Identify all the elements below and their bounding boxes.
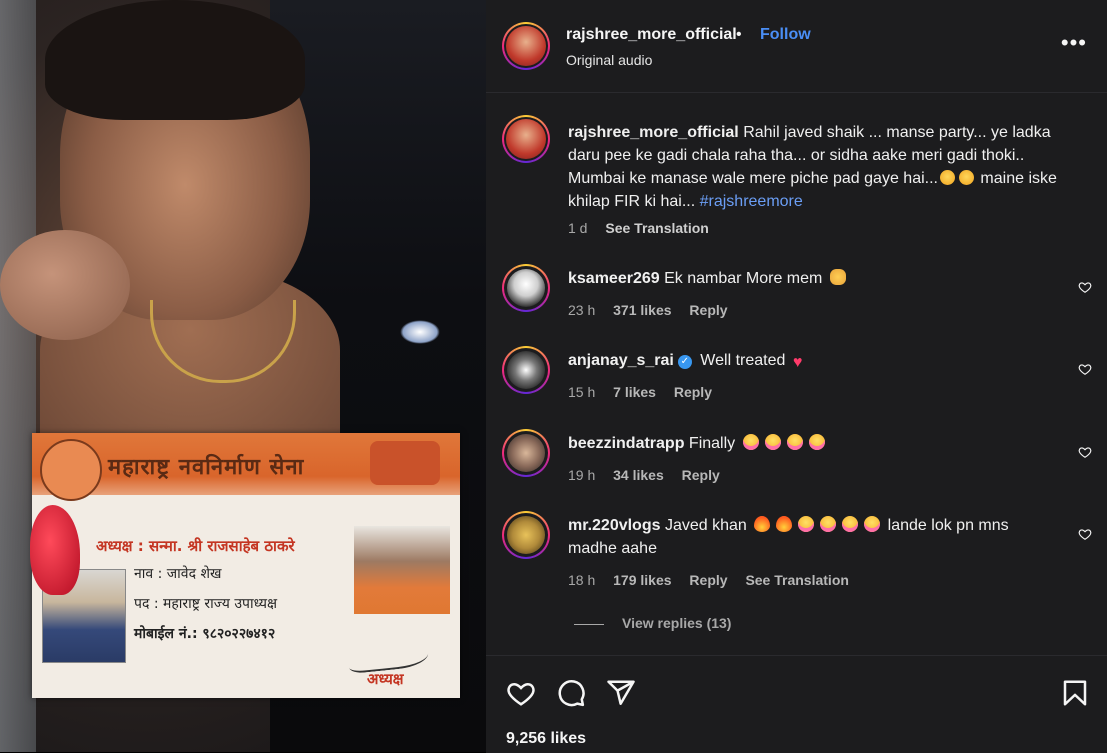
media-car-door [0,0,36,752]
comment-time: 23 h [568,302,596,318]
comment-likes[interactable]: 34 likes [613,467,664,483]
comment-reply-button[interactable]: Reply [674,384,712,400]
author-username[interactable]: rajshree_more_official [566,26,737,44]
view-replies-button[interactable]: View replies (13) [574,615,731,631]
comment-body: Ek nambar More mem [659,270,827,287]
view-replies-dash [574,623,604,625]
more-options-icon[interactable]: ••• [1061,30,1087,56]
comment-like-heart-icon[interactable] [1078,445,1092,459]
caption-hashtag[interactable]: #rajshreemore [700,193,803,210]
comment-time: 15 h [568,384,596,400]
comment-meta: 15 h 7 likes Reply [568,384,726,400]
comment-likes[interactable]: 7 likes [613,384,656,400]
comment-like-heart-icon[interactable] [1078,527,1092,541]
comment-avatar[interactable] [502,511,550,559]
comment-reply-button[interactable]: Reply [689,572,727,588]
comment-username[interactable]: beezzindatrapp [568,435,684,452]
laughing-emoji-icon [798,516,815,532]
comment-text: beezzindatrapp Finally [568,432,1048,455]
caption-text: rajshree_more_official Rahil javed shaik… [568,121,1068,213]
id-card-leader-photo [354,526,450,614]
original-audio-link[interactable]: Original audio [566,52,652,68]
laughing-emoji-icon [820,516,837,532]
fire-emoji-icon [776,516,793,532]
comment-likes[interactable]: 371 likes [613,302,671,318]
clap-emoji-icon [829,269,846,285]
media-person-hand [0,230,130,340]
post-media[interactable]: महाराष्ट्र नवनिर्माण सेना अध्यक्ष : सन्म… [0,0,486,752]
sad-face-emoji-icon [939,170,955,185]
pink-heart-emoji-icon: ♥ [792,354,803,371]
header-separator-dot: • [736,26,742,43]
comment-username[interactable]: anjanay_s_rai [568,352,674,369]
comment-meta: 18 h 179 likes Reply See Translation [568,572,863,588]
media-light [400,320,440,344]
comment-username[interactable]: mr.220vlogs [568,517,661,534]
id-card-line-mobile: मोबाईल नं.: ९८२०२२७४१२ [134,626,276,642]
comment-avatar[interactable] [502,429,550,477]
post-actions-bar: 9,256 likes [486,655,1107,753]
author-avatar[interactable] [502,22,550,70]
laughing-emoji-icon [842,516,859,532]
comment-body: Finally [684,435,740,452]
caption-author-avatar[interactable] [502,115,550,163]
comment-reply-button[interactable]: Reply [689,302,727,318]
laughing-emoji-icon [764,434,781,450]
id-card-image: महाराष्ट्र नवनिर्माण सेना अध्यक्ष : सन्म… [32,433,460,698]
post-header: rajshree_more_official • Follow Original… [486,0,1107,93]
comment-text: mr.220vlogs Javed khan lande lok pn mns … [568,514,1048,560]
heart-icon[interactable] [506,678,536,708]
caption-meta: 1 d See Translation [568,220,723,236]
id-card-line-president: अध्यक्ष : सन्मा. श्री राजसाहेब ठाकरे [96,537,295,555]
laughing-emoji-icon [742,434,759,450]
view-replies-label: View replies (13) [622,615,732,631]
comment-meta: 23 h 371 likes Reply [568,302,742,318]
comment-text: ksameer269 Ek nambar More mem [568,267,1048,290]
id-card-title: महाराष्ट्र नवनिर्माण सेना [108,455,305,480]
comment-avatar[interactable] [502,264,550,312]
id-card-emblem [40,439,102,501]
comment-like-heart-icon[interactable] [1078,362,1092,376]
laughing-emoji-icon [786,434,803,450]
caption-see-translation[interactable]: See Translation [605,220,708,236]
comment-avatar[interactable] [502,346,550,394]
likes-count[interactable]: 9,256 likes [506,730,586,748]
comment-username[interactable]: ksameer269 [568,270,660,287]
comment-body: Javed khan [660,517,752,534]
media-person-hair [45,0,305,120]
comment-reply-button[interactable]: Reply [682,467,720,483]
comment-see-translation[interactable]: See Translation [745,572,848,588]
laughing-emoji-icon [864,516,881,532]
comment-time: 18 h [568,572,596,588]
comment-meta: 19 h 34 likes Reply [568,467,734,483]
sad-face-emoji-icon [958,170,974,185]
share-icon[interactable] [606,678,636,708]
comment-body: Well treated [695,352,790,369]
id-card-sign-label: अध्यक्ष [367,670,404,688]
laughing-emoji-icon [808,434,825,450]
caption-username[interactable]: rajshree_more_official [568,124,739,141]
comment-text: anjanay_s_rai ✓ Well treated ♥ [568,349,1048,372]
comment-icon[interactable] [556,678,586,708]
verified-badge-icon: ✓ [677,355,692,369]
comment-time: 19 h [568,467,596,483]
id-card-line-post: पद : महाराष्ट्र राज्य उपाध्यक्ष [134,596,278,612]
comment-like-heart-icon[interactable] [1078,280,1092,294]
follow-button[interactable]: Follow [760,26,811,44]
id-card-engine-logo [370,441,440,485]
fire-emoji-icon [754,516,771,532]
bookmark-icon[interactable] [1060,678,1090,708]
caption-time: 1 d [568,220,588,236]
id-card-line-name: नाव : जावेद शेख [134,566,222,582]
post-side-panel: rajshree_more_official • Follow Original… [486,0,1107,753]
comment-likes[interactable]: 179 likes [613,572,671,588]
